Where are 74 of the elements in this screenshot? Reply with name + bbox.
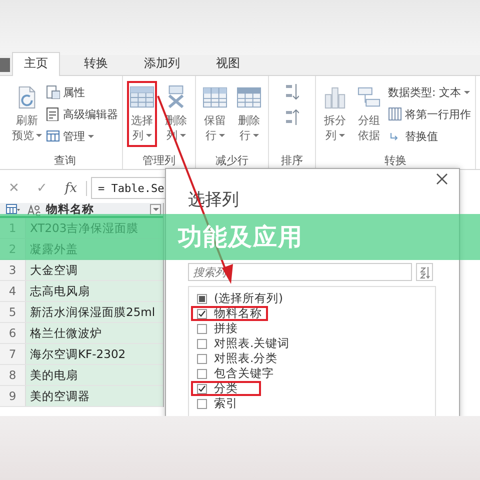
- checkbox[interactable]: [197, 308, 207, 318]
- group-label: 排序: [280, 153, 304, 169]
- properties-icon: [46, 85, 60, 99]
- ribbon-tab[interactable]: 转换: [72, 52, 120, 75]
- ribbon-button[interactable]: 属性: [46, 83, 118, 101]
- table-cell: 美的电扇: [26, 365, 163, 385]
- ribbon-button[interactable]: 将第一行用作: [388, 105, 471, 123]
- table-columns-icon: [129, 85, 155, 109]
- table-cell: 格兰仕微波炉: [26, 323, 163, 343]
- ribbon-button[interactable]: 替换值: [388, 127, 471, 145]
- partial-check-icon: [199, 296, 205, 302]
- checkbox[interactable]: [197, 324, 207, 334]
- table-cell: 美的空调器: [26, 386, 163, 406]
- ribbon-tab[interactable]: 添加列: [132, 52, 192, 75]
- column-header: 物料名称: [46, 202, 94, 217]
- split-column-icon: [322, 85, 348, 109]
- checkbox[interactable]: [197, 338, 207, 348]
- table-icon: [46, 129, 60, 143]
- group-label: 管理列: [142, 153, 176, 169]
- ribbon-button[interactable]: 保留 行: [200, 81, 230, 147]
- column-option[interactable]: 物料名称: [191, 306, 268, 321]
- close-icon: [436, 173, 448, 185]
- checkbox[interactable]: [197, 368, 207, 378]
- function-button[interactable]: fx: [56, 180, 87, 196]
- row-number: 6: [0, 323, 26, 343]
- table-cell: 志高电风扇: [26, 281, 163, 301]
- ribbon-tab[interactable]: 主页: [12, 52, 60, 76]
- ribbon-button[interactable]: 选择 列: [127, 81, 157, 147]
- column-option[interactable]: 包含关键字: [191, 366, 280, 381]
- column-option[interactable]: 对照表.分类: [191, 351, 284, 366]
- row-number: 8: [0, 365, 26, 385]
- group-label: 减少行: [214, 153, 250, 169]
- table-cell: 海尔空调KF-2302: [26, 344, 163, 364]
- group-by-icon: [356, 85, 382, 109]
- checkbox[interactable]: [197, 398, 207, 408]
- column-option[interactable]: 对照表.关键词: [191, 336, 296, 351]
- ribbon-button[interactable]: 刷新 预览: [12, 81, 42, 147]
- sort-descending-icon: [285, 109, 299, 127]
- checkbox[interactable]: [197, 384, 207, 394]
- banner-title: 功能及应用: [178, 222, 303, 253]
- header-row-icon: [388, 107, 402, 121]
- column-option[interactable]: 索引: [191, 396, 261, 411]
- table-cell: 大金空调: [26, 260, 163, 280]
- column-option[interactable]: 分类: [191, 381, 261, 396]
- ribbon-button[interactable]: 分组 依据: [354, 81, 384, 147]
- ribbon-button[interactable]: 管理: [46, 127, 118, 145]
- sort-icon: [419, 266, 430, 278]
- row-number: 5: [0, 302, 26, 322]
- row-number: 4: [0, 281, 26, 301]
- group-label: 查询: [53, 153, 77, 169]
- ribbon-button[interactable]: 删除 行: [234, 81, 264, 147]
- ribbon-button[interactable]: 拆分 列: [320, 81, 350, 147]
- sort-ascending-icon: [285, 83, 299, 101]
- sort-button[interactable]: [416, 263, 433, 281]
- check-icon: [198, 310, 206, 318]
- check-icon: [198, 384, 206, 392]
- ribbon-tab[interactable]: 视图: [204, 52, 252, 75]
- editor-icon: [46, 107, 60, 121]
- table-menu-icon: [6, 204, 20, 215]
- row-number: 9: [0, 386, 26, 406]
- row-number: 3: [0, 260, 26, 280]
- table-cell: 新活水润保湿面膜25ml: [26, 302, 163, 322]
- column-option[interactable]: (选择所有列): [191, 291, 289, 306]
- text-type-icon: [27, 204, 41, 216]
- keep-rows-icon: [202, 85, 228, 109]
- ribbon-button[interactable]: 高级编辑器: [46, 105, 118, 123]
- delete-rows-icon: [236, 85, 262, 109]
- checkbox[interactable]: [197, 354, 207, 364]
- column-option[interactable]: 拼接: [191, 321, 261, 336]
- checkbox[interactable]: [197, 294, 207, 304]
- filter-button[interactable]: [150, 204, 161, 215]
- row-number: 7: [0, 344, 26, 364]
- group-label: 转换: [384, 153, 408, 169]
- ribbon-button[interactable]: 数据类型: 文本: [388, 83, 471, 101]
